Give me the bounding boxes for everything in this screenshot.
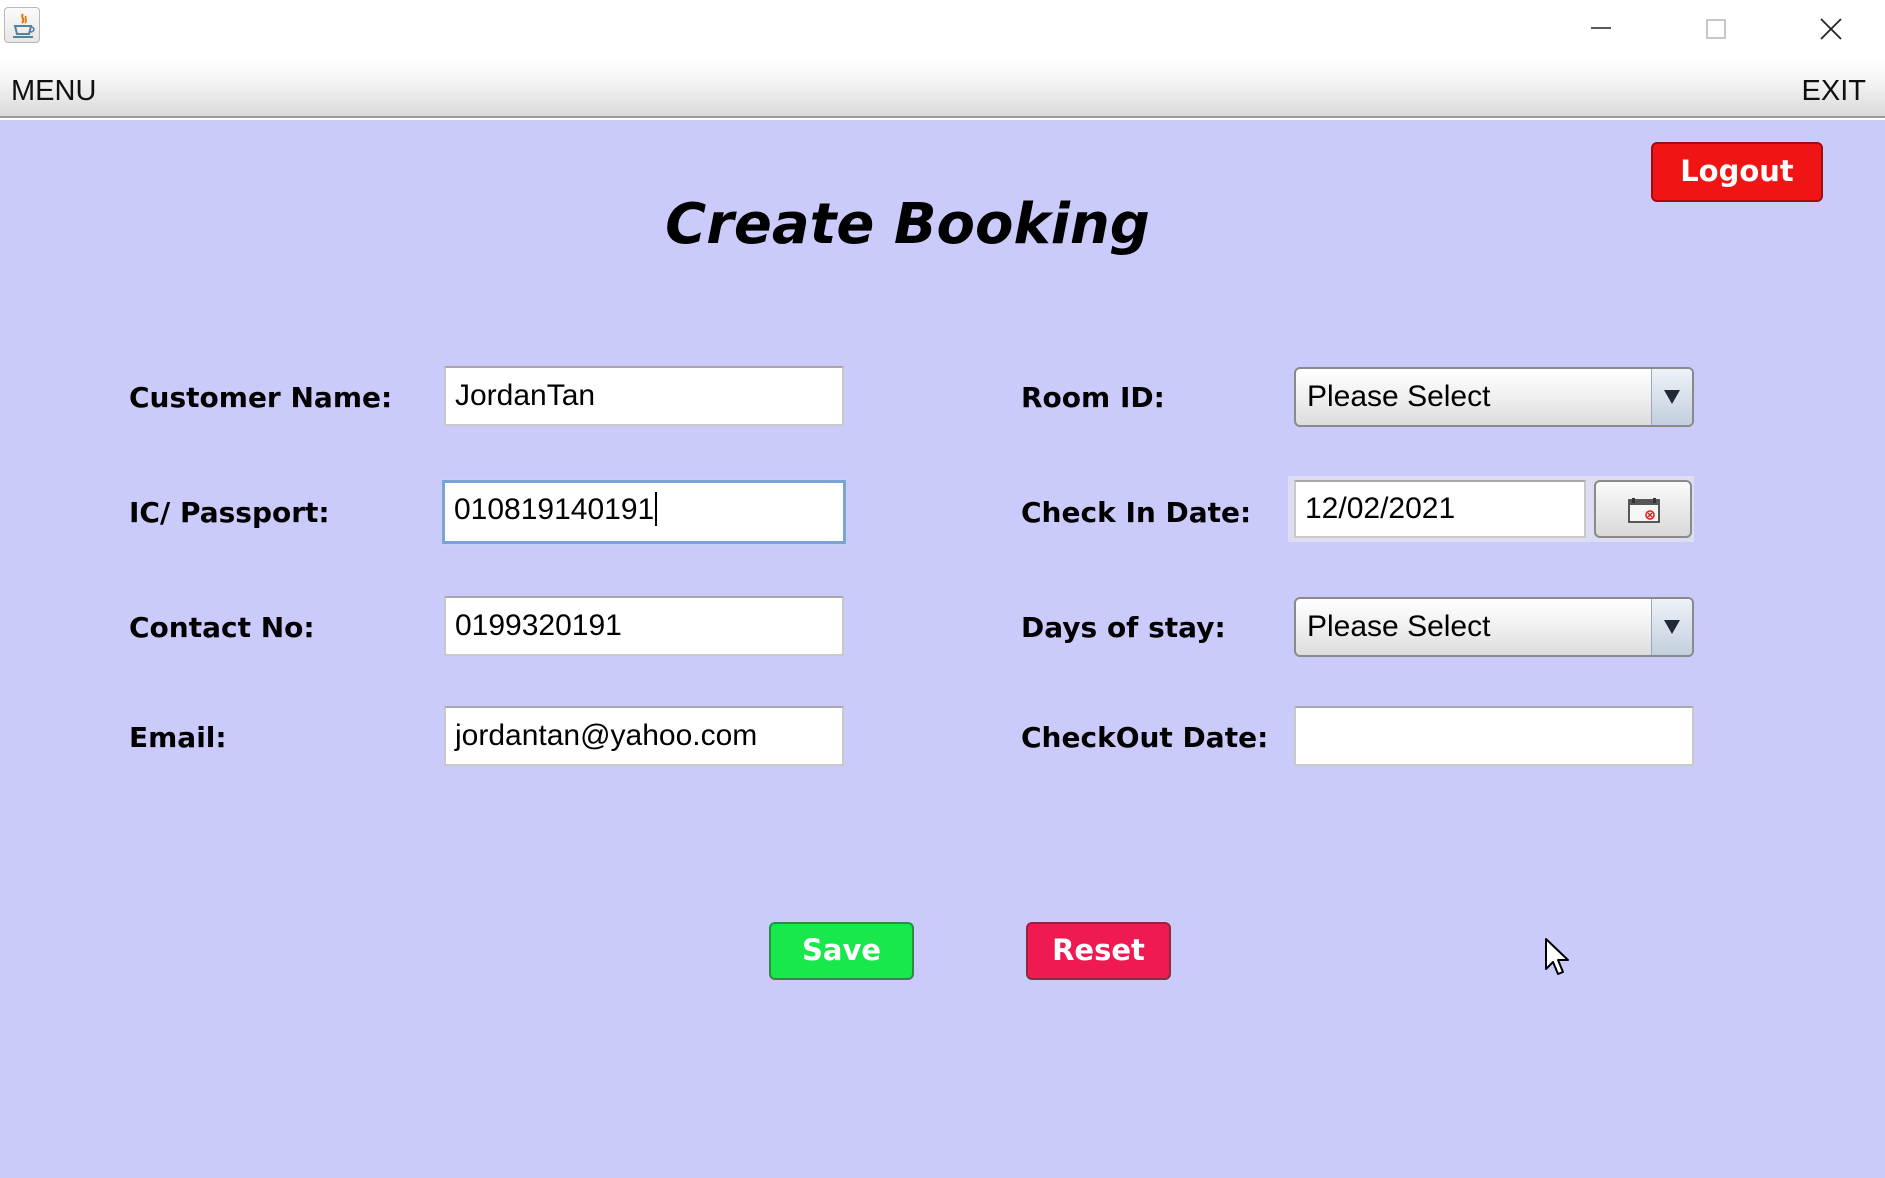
customer-name-label: Customer Name: [129, 381, 393, 414]
check-in-date-field[interactable]: 12/02/2021 [1294, 480, 1586, 538]
calendar-icon [1628, 498, 1660, 523]
logout-button[interactable]: Logout [1651, 142, 1823, 202]
contact-no-label: Contact No: [129, 611, 315, 644]
room-id-select[interactable]: Please Select [1294, 367, 1694, 427]
minimize-button[interactable] [1543, 0, 1658, 56]
room-id-dropdown-button[interactable] [1651, 369, 1692, 425]
ic-passport-label: IC/ Passport: [129, 496, 330, 529]
check-in-date-picker: 12/02/2021 [1288, 476, 1694, 542]
reset-button[interactable]: Reset [1026, 922, 1171, 980]
email-field[interactable]: jordantan@yahoo.com [444, 706, 844, 766]
email-label: Email: [129, 721, 227, 754]
mouse-pointer-icon [1545, 938, 1569, 975]
chevron-down-icon [1664, 390, 1680, 404]
days-of-stay-dropdown-button[interactable] [1651, 599, 1692, 655]
menu-bar: MENU EXIT [0, 60, 1885, 118]
calendar-button[interactable] [1594, 480, 1692, 538]
checkout-date-field[interactable] [1294, 706, 1694, 766]
java-app-icon [4, 7, 40, 43]
contact-no-field[interactable]: 0199320191 [444, 596, 844, 656]
window-titlebar [0, 0, 1885, 60]
menu-menu[interactable]: MENU [11, 75, 96, 108]
maximize-button[interactable] [1658, 0, 1773, 56]
save-button[interactable]: Save [769, 922, 914, 980]
ic-passport-field[interactable]: 010819140191 [442, 480, 846, 544]
days-of-stay-select[interactable]: Please Select [1294, 597, 1694, 657]
days-of-stay-selected: Please Select [1307, 610, 1491, 643]
room-id-selected: Please Select [1307, 380, 1491, 413]
check-in-date-label: Check In Date: [1021, 496, 1252, 529]
minimize-icon [1591, 27, 1611, 29]
maximize-icon [1706, 19, 1726, 39]
chevron-down-icon [1664, 620, 1680, 634]
menu-exit[interactable]: EXIT [1802, 75, 1866, 108]
days-of-stay-label: Days of stay: [1021, 611, 1226, 644]
room-id-label: Room ID: [1021, 381, 1165, 414]
ic-passport-value: 010819140191 [454, 493, 655, 526]
close-button[interactable] [1773, 0, 1885, 56]
checkout-date-label: CheckOut Date: [1021, 721, 1269, 754]
close-icon [1820, 18, 1842, 40]
customer-name-field[interactable]: JordanTan [444, 366, 844, 426]
page-title: Create Booking [665, 192, 1150, 257]
text-caret [655, 492, 658, 527]
